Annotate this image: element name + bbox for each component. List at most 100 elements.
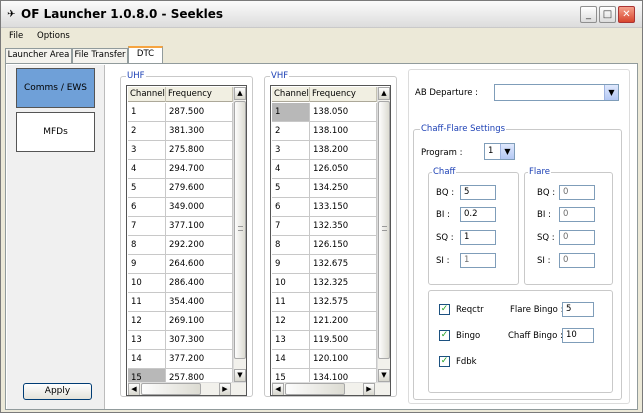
- uhf-frequency-cell[interactable]: 349.000: [166, 198, 233, 216]
- uhf-row[interactable]: 11 354.400: [128, 293, 233, 312]
- chaff-sq-input[interactable]: 1: [460, 230, 496, 245]
- vhf-channel-cell[interactable]: 14: [272, 350, 310, 368]
- uhf-row[interactable]: 9 264.600: [128, 255, 233, 274]
- vhf-channel-cell[interactable]: 11: [272, 293, 310, 311]
- uhf-horizontal-scrollbar[interactable]: ◀ ▶: [128, 382, 246, 395]
- flare-si-input[interactable]: 0: [559, 253, 595, 268]
- vhf-frequency-cell[interactable]: 138.200: [310, 141, 377, 159]
- uhf-scroll-thumb[interactable]: [234, 101, 246, 359]
- uhf-channel-cell[interactable]: 8: [128, 236, 166, 254]
- flare-bi-input[interactable]: 0: [559, 207, 595, 222]
- uhf-row[interactable]: 5 279.600: [128, 179, 233, 198]
- vhf-channel-grid[interactable]: Channel Frequency 1 138.050 2 138.100 3 138.2…: [270, 85, 391, 396]
- uhf-channel-cell[interactable]: 5: [128, 179, 166, 197]
- tab-launcher-area[interactable]: Launcher Area: [5, 48, 72, 63]
- vhf-frequency-cell[interactable]: 120.100: [310, 350, 377, 368]
- vhf-scroll-thumb[interactable]: [378, 101, 390, 359]
- vhf-row[interactable]: 5 134.250: [272, 179, 377, 198]
- uhf-channel-cell[interactable]: 12: [128, 312, 166, 330]
- uhf-scroll-up-arrow[interactable]: ▲: [234, 87, 246, 100]
- uhf-channel-cell[interactable]: 10: [128, 274, 166, 292]
- sidebar-item-comms-ews[interactable]: Comms / EWS: [16, 68, 95, 108]
- uhf-row[interactable]: 3 275.800: [128, 141, 233, 160]
- vhf-row[interactable]: 9 132.675: [272, 255, 377, 274]
- chevron-down-icon[interactable]: ▼: [604, 85, 618, 100]
- tab-dtc[interactable]: DTC: [128, 46, 163, 64]
- uhf-frequency-cell[interactable]: 275.800: [166, 141, 233, 159]
- uhf-frequency-cell[interactable]: 269.100: [166, 312, 233, 330]
- vhf-frequency-cell[interactable]: 126.050: [310, 160, 377, 178]
- flare-sq-input[interactable]: 0: [559, 230, 595, 245]
- vhf-scroll-up-arrow[interactable]: ▲: [378, 87, 390, 100]
- vhf-channel-cell[interactable]: 7: [272, 217, 310, 235]
- uhf-channel-cell[interactable]: 7: [128, 217, 166, 235]
- sidebar-item-mfds[interactable]: MFDs: [16, 112, 95, 152]
- tab-file-transfer[interactable]: File Transfer: [72, 48, 128, 63]
- uhf-channel-cell[interactable]: 4: [128, 160, 166, 178]
- apply-button[interactable]: Apply: [23, 383, 92, 400]
- chaff-bq-input[interactable]: 5: [460, 185, 496, 200]
- vhf-row[interactable]: 14 120.100: [272, 350, 377, 369]
- vhf-channel-cell[interactable]: 3: [272, 141, 310, 159]
- vhf-frequency-cell[interactable]: 138.100: [310, 122, 377, 140]
- uhf-header-frequency[interactable]: Frequency: [166, 87, 233, 102]
- reqctr-checkbox[interactable]: ✓: [439, 304, 450, 315]
- uhf-vertical-scrollbar[interactable]: ▲ ▼: [233, 87, 246, 383]
- uhf-channel-cell[interactable]: 9: [128, 255, 166, 273]
- vhf-channel-cell[interactable]: 9: [272, 255, 310, 273]
- vhf-header-frequency[interactable]: Frequency: [310, 87, 377, 102]
- uhf-channel-cell[interactable]: 1: [128, 103, 166, 121]
- vhf-vertical-scrollbar[interactable]: ▲ ▼: [377, 87, 390, 383]
- chaff-bingo-input[interactable]: 10: [562, 328, 594, 343]
- vhf-channel-cell[interactable]: 8: [272, 236, 310, 254]
- vhf-channel-cell[interactable]: 4: [272, 160, 310, 178]
- flare-bq-input[interactable]: 0: [559, 185, 595, 200]
- chaff-bi-input[interactable]: 0.2: [460, 207, 496, 222]
- uhf-row[interactable]: 6 349.000: [128, 198, 233, 217]
- menu-file[interactable]: File: [9, 31, 23, 41]
- vhf-frequency-cell[interactable]: 126.150: [310, 236, 377, 254]
- uhf-row[interactable]: 12 269.100: [128, 312, 233, 331]
- uhf-frequency-cell[interactable]: 381.300: [166, 122, 233, 140]
- uhf-row[interactable]: 7 377.100: [128, 217, 233, 236]
- vhf-frequency-cell[interactable]: 133.150: [310, 198, 377, 216]
- vhf-row[interactable]: 3 138.200: [272, 141, 377, 160]
- vhf-channel-cell[interactable]: 10: [272, 274, 310, 292]
- uhf-frequency-cell[interactable]: 286.400: [166, 274, 233, 292]
- uhf-scroll-down-arrow[interactable]: ▼: [234, 369, 246, 382]
- vhf-channel-cell[interactable]: 13: [272, 331, 310, 349]
- vhf-row[interactable]: 12 121.200: [272, 312, 377, 331]
- uhf-channel-cell[interactable]: 14: [128, 350, 166, 368]
- vhf-frequency-cell[interactable]: 138.050: [310, 103, 377, 121]
- uhf-channel-cell[interactable]: 2: [128, 122, 166, 140]
- vhf-frequency-cell[interactable]: 132.325: [310, 274, 377, 292]
- uhf-row[interactable]: 4 294.700: [128, 160, 233, 179]
- uhf-frequency-cell[interactable]: 264.600: [166, 255, 233, 273]
- uhf-frequency-cell[interactable]: 294.700: [166, 160, 233, 178]
- uhf-channel-grid[interactable]: Channel Frequency 1 287.500 2 381.300 3 275.8…: [126, 85, 247, 396]
- vhf-channel-cell[interactable]: 12: [272, 312, 310, 330]
- vhf-scroll-right-arrow[interactable]: ▶: [363, 383, 375, 395]
- uhf-channel-cell[interactable]: 11: [128, 293, 166, 311]
- vhf-row[interactable]: 4 126.050: [272, 160, 377, 179]
- vhf-row[interactable]: 7 132.350: [272, 217, 377, 236]
- vhf-frequency-cell[interactable]: 134.250: [310, 179, 377, 197]
- uhf-frequency-cell[interactable]: 279.600: [166, 179, 233, 197]
- uhf-frequency-cell[interactable]: 354.400: [166, 293, 233, 311]
- vhf-frequency-cell[interactable]: 132.575: [310, 293, 377, 311]
- uhf-row[interactable]: 2 381.300: [128, 122, 233, 141]
- vhf-row[interactable]: 13 119.500: [272, 331, 377, 350]
- vhf-row[interactable]: 8 126.150: [272, 236, 377, 255]
- uhf-row[interactable]: 10 286.400: [128, 274, 233, 293]
- title-bar[interactable]: ✈ OF Launcher 1.0.8.0 - Seekles _ □ ✕: [1, 1, 642, 28]
- fdbk-checkbox[interactable]: ✓: [439, 356, 450, 367]
- minimize-button[interactable]: _: [580, 6, 597, 23]
- chaff-si-input[interactable]: 1: [460, 253, 496, 268]
- vhf-scroll-left-arrow[interactable]: ◀: [272, 383, 284, 395]
- vhf-row[interactable]: 1 138.050: [272, 103, 377, 122]
- chevron-down-icon[interactable]: ▼: [500, 144, 514, 159]
- uhf-channel-cell[interactable]: 6: [128, 198, 166, 216]
- uhf-frequency-cell[interactable]: 307.300: [166, 331, 233, 349]
- bingo-checkbox[interactable]: ✓: [439, 330, 450, 341]
- vhf-channel-cell[interactable]: 2: [272, 122, 310, 140]
